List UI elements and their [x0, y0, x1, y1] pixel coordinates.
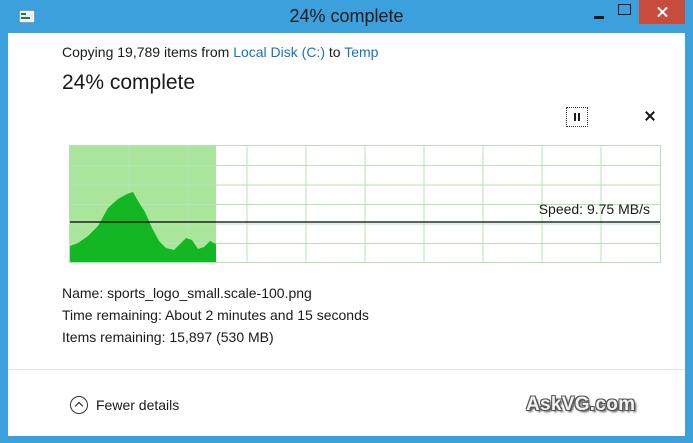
file-name-line: Name: sports_logo_small.scale-100.png: [62, 285, 312, 301]
title-bar[interactable]: 24% complete: [0, 0, 693, 33]
time-remaining-line: Time remaining: About 2 minutes and 15 s…: [62, 307, 369, 323]
items-remaining-line: Items remaining: 15,897 (530 MB): [62, 329, 274, 345]
copy-description: Copying 19,789 items from Local Disk (C:…: [62, 44, 378, 60]
chevron-up-icon: [70, 396, 88, 414]
copy-connector: to: [325, 44, 345, 60]
source-link[interactable]: Local Disk (C:): [233, 44, 325, 60]
maximize-button[interactable]: [612, 0, 638, 24]
pause-button[interactable]: [566, 107, 588, 127]
copy-dialog-window: 24% complete Copying 19,789 items from L…: [0, 0, 693, 443]
close-button[interactable]: [639, 0, 685, 24]
speed-label: Speed: 9.75 MB/s: [538, 201, 650, 217]
cancel-button[interactable]: [638, 104, 662, 128]
copy-prefix: Copying 19,789 items from: [62, 44, 234, 60]
minimize-button[interactable]: [586, 0, 612, 24]
destination-link[interactable]: Temp: [344, 44, 378, 60]
speed-graph: Speed: 9.75 MB/s: [69, 145, 661, 263]
progress-heading: 24% complete: [62, 71, 196, 94]
dialog-footer: Fewer details AskVG.com: [8, 369, 685, 436]
fewer-details-button[interactable]: Fewer details: [70, 394, 179, 416]
fewer-details-label: Fewer details: [96, 397, 180, 413]
watermark: AskVG.com: [526, 394, 636, 415]
